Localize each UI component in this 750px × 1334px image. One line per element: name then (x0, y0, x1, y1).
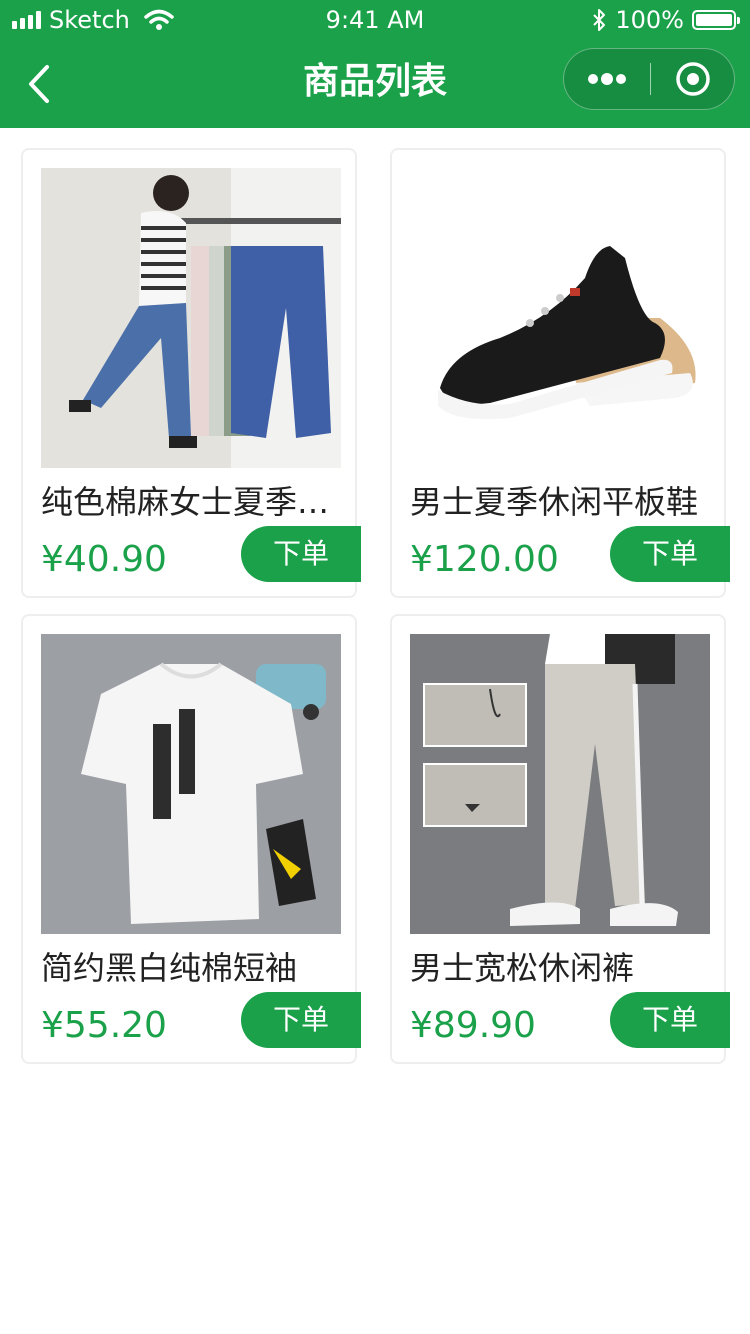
order-button[interactable]: 下单 (241, 526, 361, 582)
product-image-shoes (410, 168, 710, 468)
order-button[interactable]: 下单 (610, 526, 730, 582)
product-card[interactable]: 简约黑白纯棉短袖 ¥55.20 下单 (21, 614, 361, 1064)
product-price: ¥55.20 (41, 1005, 167, 1046)
product-name: 男士宽松休闲裤 (410, 949, 635, 987)
order-button[interactable]: 下单 (241, 992, 361, 1048)
product-name: 男士夏季休闲平板鞋 (410, 483, 699, 521)
product-card[interactable]: 纯色棉麻女士夏季休闲裤 ¥40.90 下单 (21, 148, 361, 598)
nav-header: Sketch 9:41 AM 100% 商品列表 (0, 0, 750, 128)
product-image-tshirt (41, 634, 341, 934)
close-circle-icon (676, 62, 710, 96)
product-price: ¥89.90 (410, 1005, 536, 1046)
bluetooth-icon (593, 9, 606, 31)
order-button[interactable]: 下单 (610, 992, 730, 1048)
product-image-pants-women (41, 168, 341, 468)
status-bar: Sketch 9:41 AM 100% (0, 0, 750, 40)
more-button[interactable] (564, 49, 650, 109)
product-price: ¥40.90 (41, 539, 167, 580)
capsule-menu (563, 48, 735, 110)
battery-icon (692, 10, 740, 30)
close-button[interactable] (651, 49, 735, 109)
product-name: 简约黑白纯棉短袖 (41, 949, 298, 987)
product-image-pants-men (410, 634, 710, 934)
more-icon (588, 73, 626, 85)
product-card[interactable]: 男士夏季休闲平板鞋 ¥120.00 下单 (390, 148, 730, 598)
battery-percent: 100% (615, 6, 684, 34)
product-price: ¥120.00 (410, 539, 559, 580)
product-name: 纯色棉麻女士夏季休闲裤 (41, 483, 341, 521)
product-card[interactable]: 男士宽松休闲裤 ¥89.90 下单 (390, 614, 730, 1064)
